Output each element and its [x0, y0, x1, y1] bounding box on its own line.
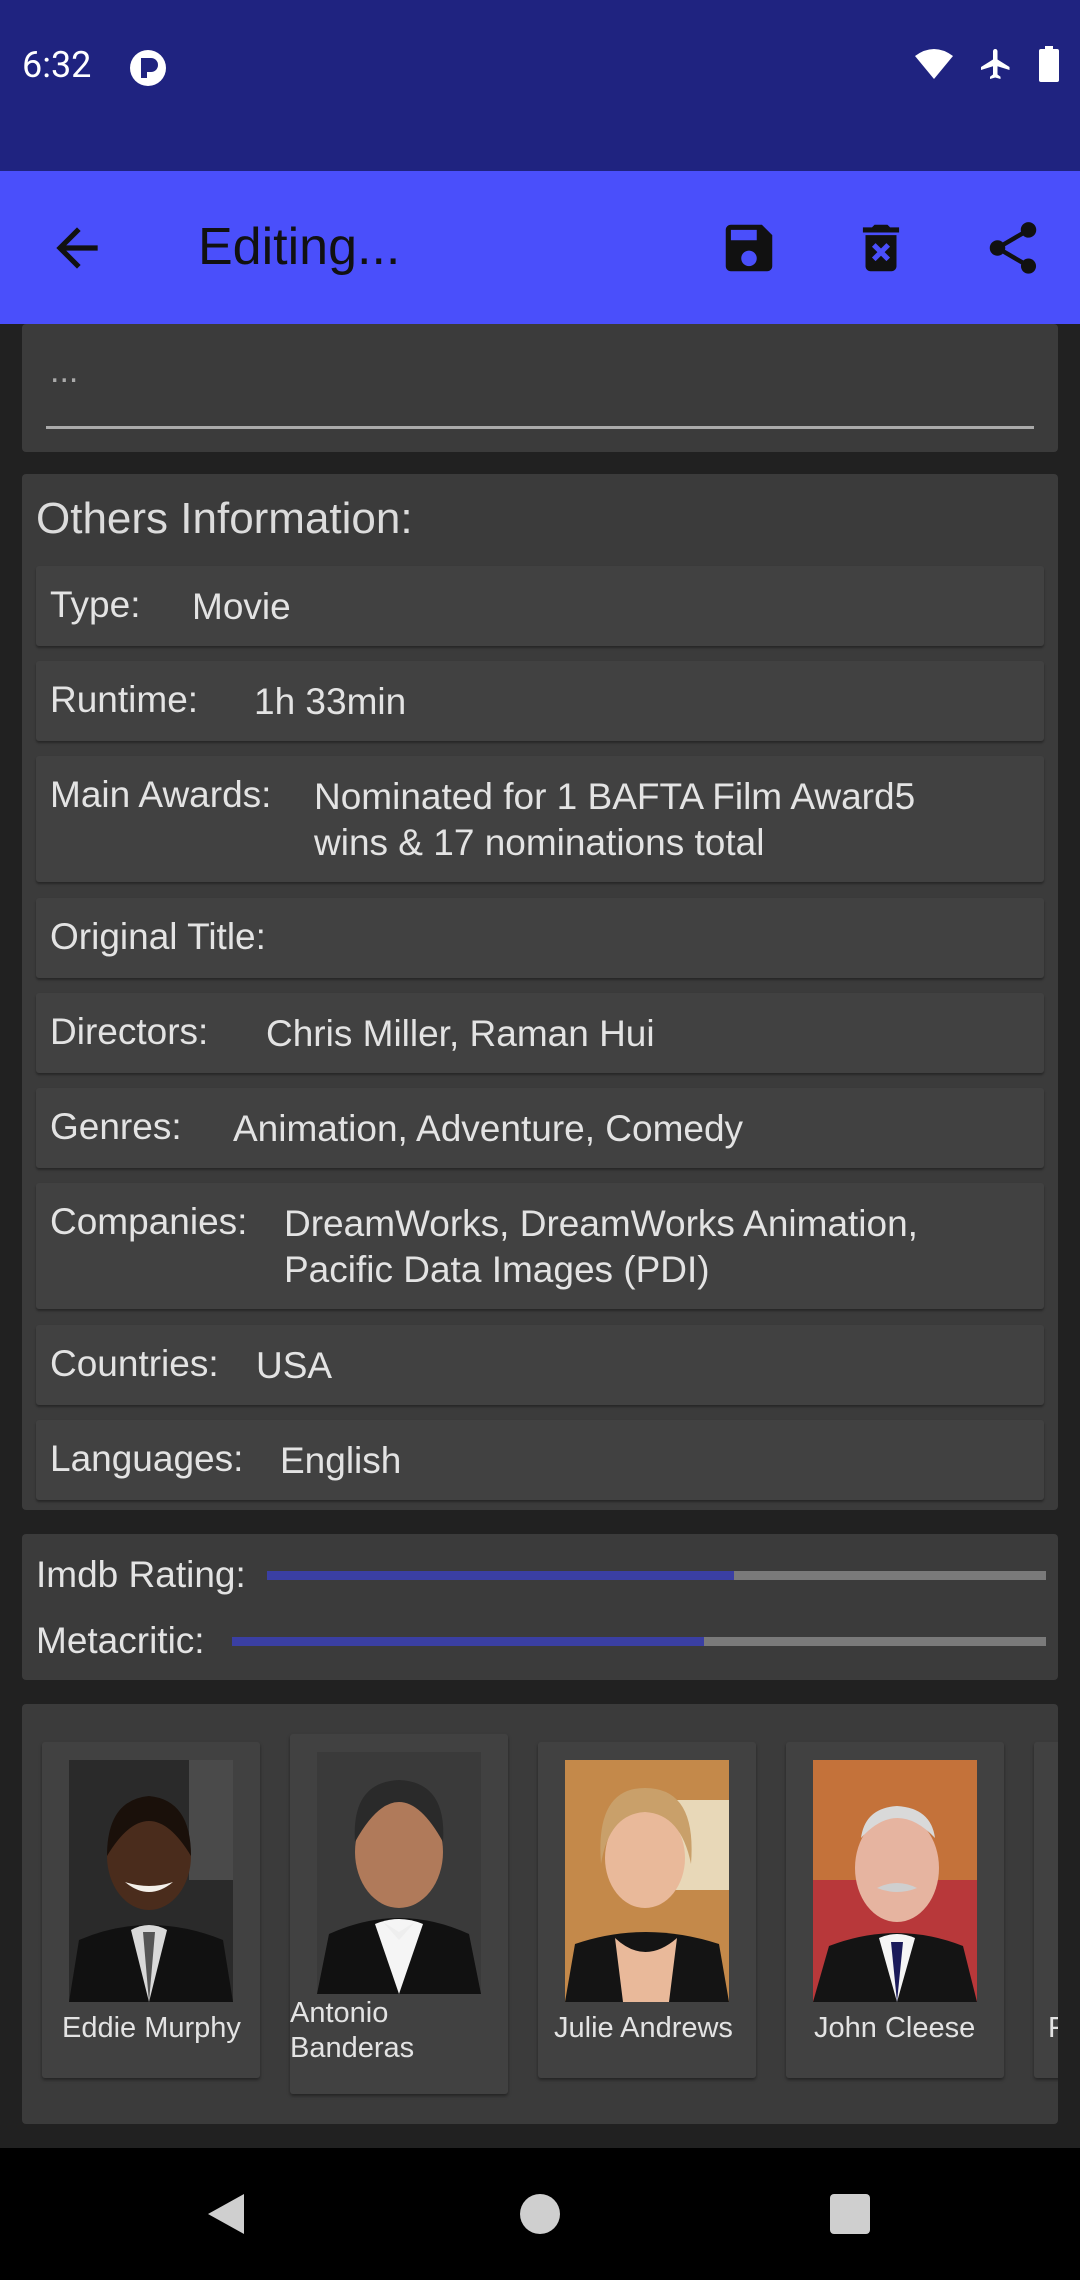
actor-name: Eddie Murphy	[62, 2012, 241, 2044]
nav-back-icon[interactable]	[204, 2192, 248, 2236]
status-bar: 6:32	[0, 0, 1080, 171]
section-heading: Others Information:	[36, 494, 413, 543]
cast-item-partial[interactable]: F	[1034, 1742, 1058, 2078]
info-value: Chris Miller, Raman Hui	[266, 1013, 655, 1054]
actor-photo	[317, 1752, 481, 1994]
nav-recents-icon[interactable]	[828, 2192, 872, 2236]
info-label: Companies:	[50, 1201, 248, 1242]
info-value: USA	[256, 1345, 333, 1386]
save-icon[interactable]	[718, 217, 780, 279]
info-value: Animation, Adventure, Comedy	[233, 1108, 744, 1149]
app-bar: Editing...	[0, 171, 1080, 324]
info-row-main-awards[interactable]: Main Awards: Nominated for 1 BAFTA Film …	[36, 756, 1044, 882]
info-value-line2: Pacific Data Images (PDI)	[284, 1249, 710, 1290]
imdb-rating-bar	[267, 1571, 1046, 1580]
info-value: English	[280, 1440, 402, 1481]
info-label: Directors:	[50, 1011, 209, 1052]
info-row-directors[interactable]: Directors: Chris Miller, Raman Hui	[36, 993, 1044, 1073]
imdb-rating-label: Imdb Rating:	[36, 1554, 246, 1595]
info-label: Runtime:	[50, 679, 199, 720]
cast-item-eddie-murphy[interactable]: Eddie Murphy	[42, 1742, 260, 2078]
actor-photo	[565, 1760, 729, 2002]
system-navigation-bar	[0, 2148, 1080, 2280]
status-time: 6:32	[22, 44, 92, 86]
actor-name-line2: Banderas	[290, 2032, 415, 2064]
cast-item-julie-andrews[interactable]: Julie Andrews	[538, 1742, 756, 2078]
info-value: Movie	[192, 586, 291, 627]
cast-item-antonio-banderas[interactable]: Antonio Banderas	[290, 1734, 508, 2094]
back-arrow-icon[interactable]	[46, 217, 108, 279]
info-row-genres[interactable]: Genres: Animation, Adventure, Comedy	[36, 1088, 1044, 1168]
info-label: Original Title:	[50, 916, 266, 957]
delete-icon[interactable]	[850, 217, 912, 279]
airplane-mode-icon	[981, 49, 1010, 79]
text-field-card: ...	[22, 324, 1058, 452]
info-row-languages[interactable]: Languages: English	[36, 1420, 1044, 1500]
info-label: Type:	[50, 584, 141, 625]
page-title: Editing...	[198, 218, 401, 276]
actor-name-line1: Antonio	[290, 1997, 389, 2029]
actor-name: Julie Andrews	[554, 2012, 733, 2044]
info-label: Main Awards:	[50, 774, 272, 815]
info-value: 1h 33min	[254, 681, 407, 722]
info-label: Languages:	[50, 1438, 244, 1479]
text-field-value[interactable]: ...	[50, 352, 78, 391]
share-icon[interactable]	[982, 217, 1044, 279]
info-row-type[interactable]: Type: Movie	[36, 566, 1044, 646]
wifi-icon	[915, 49, 953, 79]
battery-icon	[1039, 46, 1059, 82]
metacritic-label: Metacritic:	[36, 1620, 205, 1661]
info-value-line2: wins & 17 nominations total	[314, 822, 765, 863]
info-row-original-title[interactable]: Original Title:	[36, 898, 1044, 978]
actor-name: John Cleese	[814, 2012, 976, 2044]
info-label: Countries:	[50, 1343, 219, 1384]
imdb-rating-fill	[267, 1571, 735, 1580]
ratings-card: Imdb Rating: Metacritic:	[22, 1534, 1058, 1680]
actor-name: F	[1048, 2012, 1058, 2044]
text-field-underline	[46, 426, 1034, 429]
info-row-countries[interactable]: Countries: USA	[36, 1325, 1044, 1405]
cast-item-john-cleese[interactable]: John Cleese	[786, 1742, 1004, 2078]
info-label: Genres:	[50, 1106, 182, 1147]
metacritic-rating-bar	[232, 1637, 1046, 1646]
nav-home-icon[interactable]	[518, 2192, 562, 2236]
app-notification-icon	[130, 50, 166, 86]
actor-photo	[69, 1760, 233, 2002]
info-row-companies[interactable]: Companies: DreamWorks, DreamWorks Animat…	[36, 1183, 1044, 1309]
metacritic-rating-fill	[232, 1637, 705, 1646]
info-value-line1: DreamWorks, DreamWorks Animation,	[284, 1203, 918, 1244]
cast-card: Eddie Murphy Antonio Banderas Julie Andr…	[22, 1704, 1058, 2124]
others-information-card: Others Information: Type: Movie Runtime:…	[22, 474, 1058, 1510]
info-value-line1: Nominated for 1 BAFTA Film Award5	[314, 776, 916, 817]
actor-photo	[813, 1760, 977, 2002]
info-row-runtime[interactable]: Runtime: 1h 33min	[36, 661, 1044, 741]
